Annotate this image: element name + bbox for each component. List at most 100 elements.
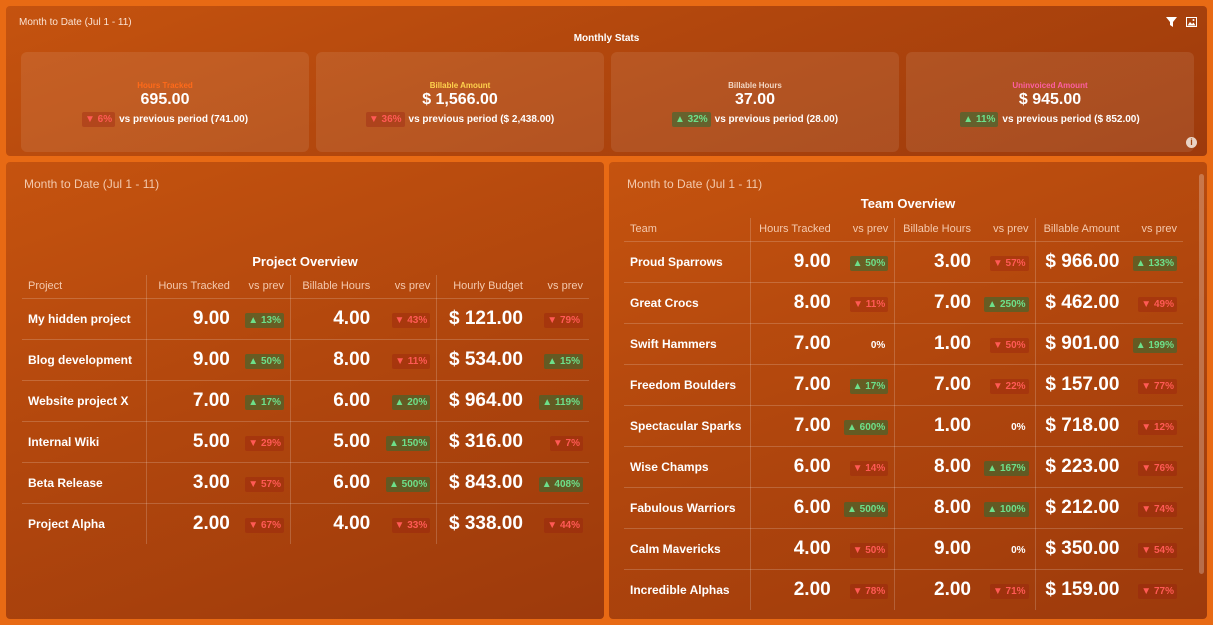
row-value: 2.00 xyxy=(793,578,831,600)
row-delta-cell: ▼ 57% xyxy=(235,462,291,504)
row-value: 3.00 xyxy=(894,241,977,283)
team-overview-title: Team Overview xyxy=(860,196,956,211)
image-icon[interactable] xyxy=(1186,17,1197,27)
filter-icon[interactable] xyxy=(1166,17,1177,27)
info-icon[interactable]: i xyxy=(1186,137,1197,148)
table-row[interactable]: Blog development 9.00 ▲ 50% 8.00 ▼ 11% $ 534.… xyxy=(22,339,589,381)
delta-badge: ▲ 250% xyxy=(984,296,1029,312)
row-delta-cell: ▲ 50% xyxy=(235,339,291,381)
table-row[interactable]: Spectacular Sparks 7.00 ▲ 600% 1.00 0% $ 718.… xyxy=(624,405,1183,447)
row-value: 4.00 xyxy=(290,298,377,340)
kpi-label: Billable Amount xyxy=(429,81,491,90)
column-header[interactable]: Billable Amount xyxy=(1035,218,1126,242)
row-delta-cell: ▼ 74% xyxy=(1125,487,1183,529)
row-value: 1.00 xyxy=(894,405,977,447)
row-delta-cell: ▲ 17% xyxy=(235,380,291,422)
row-delta-cell: ▼ 50% xyxy=(836,528,896,570)
kpi-value: $ 945.00 xyxy=(1018,91,1082,108)
column-header[interactable]: vs prev xyxy=(528,275,589,299)
delta-badge: ▲ 199% xyxy=(1132,337,1177,353)
team-scrollbar[interactable] xyxy=(1199,174,1204,574)
row-name: Project Alpha xyxy=(22,503,147,544)
delta-badge: ▲ 17% xyxy=(849,378,889,394)
row-value: 8.00 xyxy=(290,339,377,381)
table-row[interactable]: Freedom Boulders 7.00 ▲ 17% 7.00 ▼ 22% $ 157.… xyxy=(624,364,1183,406)
table-row[interactable]: Wise Champs 6.00 ▼ 14% 8.00 ▲ 167% $ 223.00 ▼ … xyxy=(624,446,1183,488)
delta-badge: ▼ 77% xyxy=(1138,378,1177,394)
row-name: Beta Release xyxy=(22,462,147,504)
delta-badge: 0% xyxy=(1011,421,1026,433)
column-header[interactable]: Hourly Budget xyxy=(436,275,529,299)
row-delta-cell: ▲ 50% xyxy=(836,241,896,283)
row-delta-cell: ▼ 7% xyxy=(528,421,589,463)
stats-period-label: Month to Date (Jul 1 - 11) xyxy=(19,17,132,28)
column-header[interactable]: vs prev xyxy=(376,275,438,299)
kpi-label: Hours Tracked xyxy=(137,81,193,90)
delta-badge: ▲ 600% xyxy=(844,419,889,435)
table-row[interactable]: Beta Release 3.00 ▼ 57% 6.00 ▲ 500% $ 843.00 ▲… xyxy=(22,462,589,504)
row-value: $ 964.00 xyxy=(436,380,529,422)
delta-badge: ▲ 500% xyxy=(385,476,431,492)
row-value: $ 534.00 xyxy=(436,339,529,381)
row-value: 6.00 xyxy=(750,446,837,488)
kpi-value: 37.00 xyxy=(734,91,776,108)
table-row[interactable]: Calm Mavericks 4.00 ▼ 50% 9.00 0% $ 350.00 ▼ 5… xyxy=(624,528,1183,570)
table-row[interactable]: Proud Sparrows 9.00 ▲ 50% 3.00 ▼ 57% $ 966.00… xyxy=(624,241,1183,283)
row-delta-cell: 0% xyxy=(976,405,1036,447)
table-row[interactable]: Great Crocs 8.00 ▼ 11% 7.00 ▲ 250% $ 462.00 ▼ … xyxy=(624,282,1183,324)
column-header[interactable]: vs prev xyxy=(1125,218,1183,242)
row-delta-cell: ▼ 43% xyxy=(376,298,438,340)
delta-badge: ▲ 15% xyxy=(544,353,583,369)
column-header[interactable]: Team xyxy=(624,218,752,242)
delta-badge: ▼ 49% xyxy=(1138,296,1177,312)
row-delta-cell: ▲ 15% xyxy=(528,339,589,381)
table-row[interactable]: Fabulous Warriors 6.00 ▲ 500% 8.00 ▲ 100% $ 2… xyxy=(624,487,1183,529)
kpi-compare-text: vs previous period ($ 852.00) xyxy=(1002,114,1140,125)
row-value: $ 901.00 xyxy=(1035,323,1126,365)
column-header[interactable]: vs prev xyxy=(976,218,1036,242)
column-header[interactable]: Project xyxy=(22,275,147,299)
table-row[interactable]: Internal Wiki 5.00 ▼ 29% 5.00 ▲ 150% $ 316.00… xyxy=(22,421,589,463)
delta-badge: ▼ 14% xyxy=(849,460,889,476)
row-delta-cell: ▲ 119% xyxy=(528,380,589,422)
row-delta-cell: ▼ 29% xyxy=(235,421,291,463)
project-period-label: Month to Date (Jul 1 - 11) xyxy=(24,177,160,191)
kpi-label: Uninvoiced Amount xyxy=(1012,81,1088,90)
row-name: Spectacular Sparks xyxy=(624,405,752,447)
column-header[interactable]: vs prev xyxy=(836,218,896,242)
row-name: Calm Mavericks xyxy=(624,528,752,570)
row-delta-cell: ▲ 250% xyxy=(976,282,1036,324)
column-header[interactable]: Hours Tracked xyxy=(750,218,837,242)
team-overview-panel: Month to Date (Jul 1 - 11) Team Overview… xyxy=(609,162,1207,619)
table-row[interactable]: Incredible Alphas 2.00 ▼ 78% 2.00 ▼ 71% $ 159… xyxy=(624,569,1183,610)
delta-badge: ▼ 50% xyxy=(849,542,889,558)
kpi-comparison: ▼ 36% vs previous period ($ 2,438.00) xyxy=(316,112,604,127)
column-header[interactable]: Billable Hours xyxy=(894,218,977,242)
column-header[interactable]: Billable Hours xyxy=(290,275,377,299)
delta-badge: ▲ 408% xyxy=(538,476,583,492)
kpi-comparison: ▲ 32% vs previous period (28.00) xyxy=(611,112,899,127)
table-row[interactable]: My hidden project 9.00 ▲ 13% 4.00 ▼ 43% $ 121… xyxy=(22,298,589,340)
delta-badge: ▼ 12% xyxy=(1138,419,1177,435)
stats-toolbar xyxy=(1166,17,1197,27)
delta-badge: ▲ 119% xyxy=(539,394,583,410)
table-row[interactable]: Swift Hammers 7.00 0% 1.00 ▼ 50% $ 901.00 ▲ 19… xyxy=(624,323,1183,365)
column-header[interactable]: vs prev xyxy=(235,275,291,299)
kpi-comparison: ▲ 11% vs previous period ($ 852.00) xyxy=(906,112,1194,127)
row-delta-cell: ▼ 57% xyxy=(976,241,1036,283)
table-row[interactable]: Project Alpha 2.00 ▼ 67% 4.00 ▼ 33% $ 338.00 ▼… xyxy=(22,503,589,544)
row-value: $ 316.00 xyxy=(436,421,529,463)
row-delta-cell: ▼ 14% xyxy=(836,446,896,488)
row-name: Great Crocs xyxy=(624,282,752,324)
delta-badge: ▲ 100% xyxy=(984,501,1029,517)
table-row[interactable]: Website project X 7.00 ▲ 17% 6.00 ▲ 20% $ 964… xyxy=(22,380,589,422)
row-delta-cell: 0% xyxy=(836,323,896,365)
row-delta-cell: ▲ 150% xyxy=(376,421,438,463)
delta-badge: ▼ 54% xyxy=(1138,542,1177,558)
delta-badge: ▼ 44% xyxy=(544,517,583,533)
delta-badge: ▼ 22% xyxy=(989,378,1029,394)
kpi-card: Uninvoiced Amount $ 945.00 ▲ 11% vs previou… xyxy=(906,52,1194,152)
kpi-card: Billable Amount $ 1,566.00 ▼ 36% vs previou… xyxy=(316,52,604,152)
delta-badge: ▲ 50% xyxy=(849,255,889,271)
column-header[interactable]: Hours Tracked xyxy=(146,275,236,299)
